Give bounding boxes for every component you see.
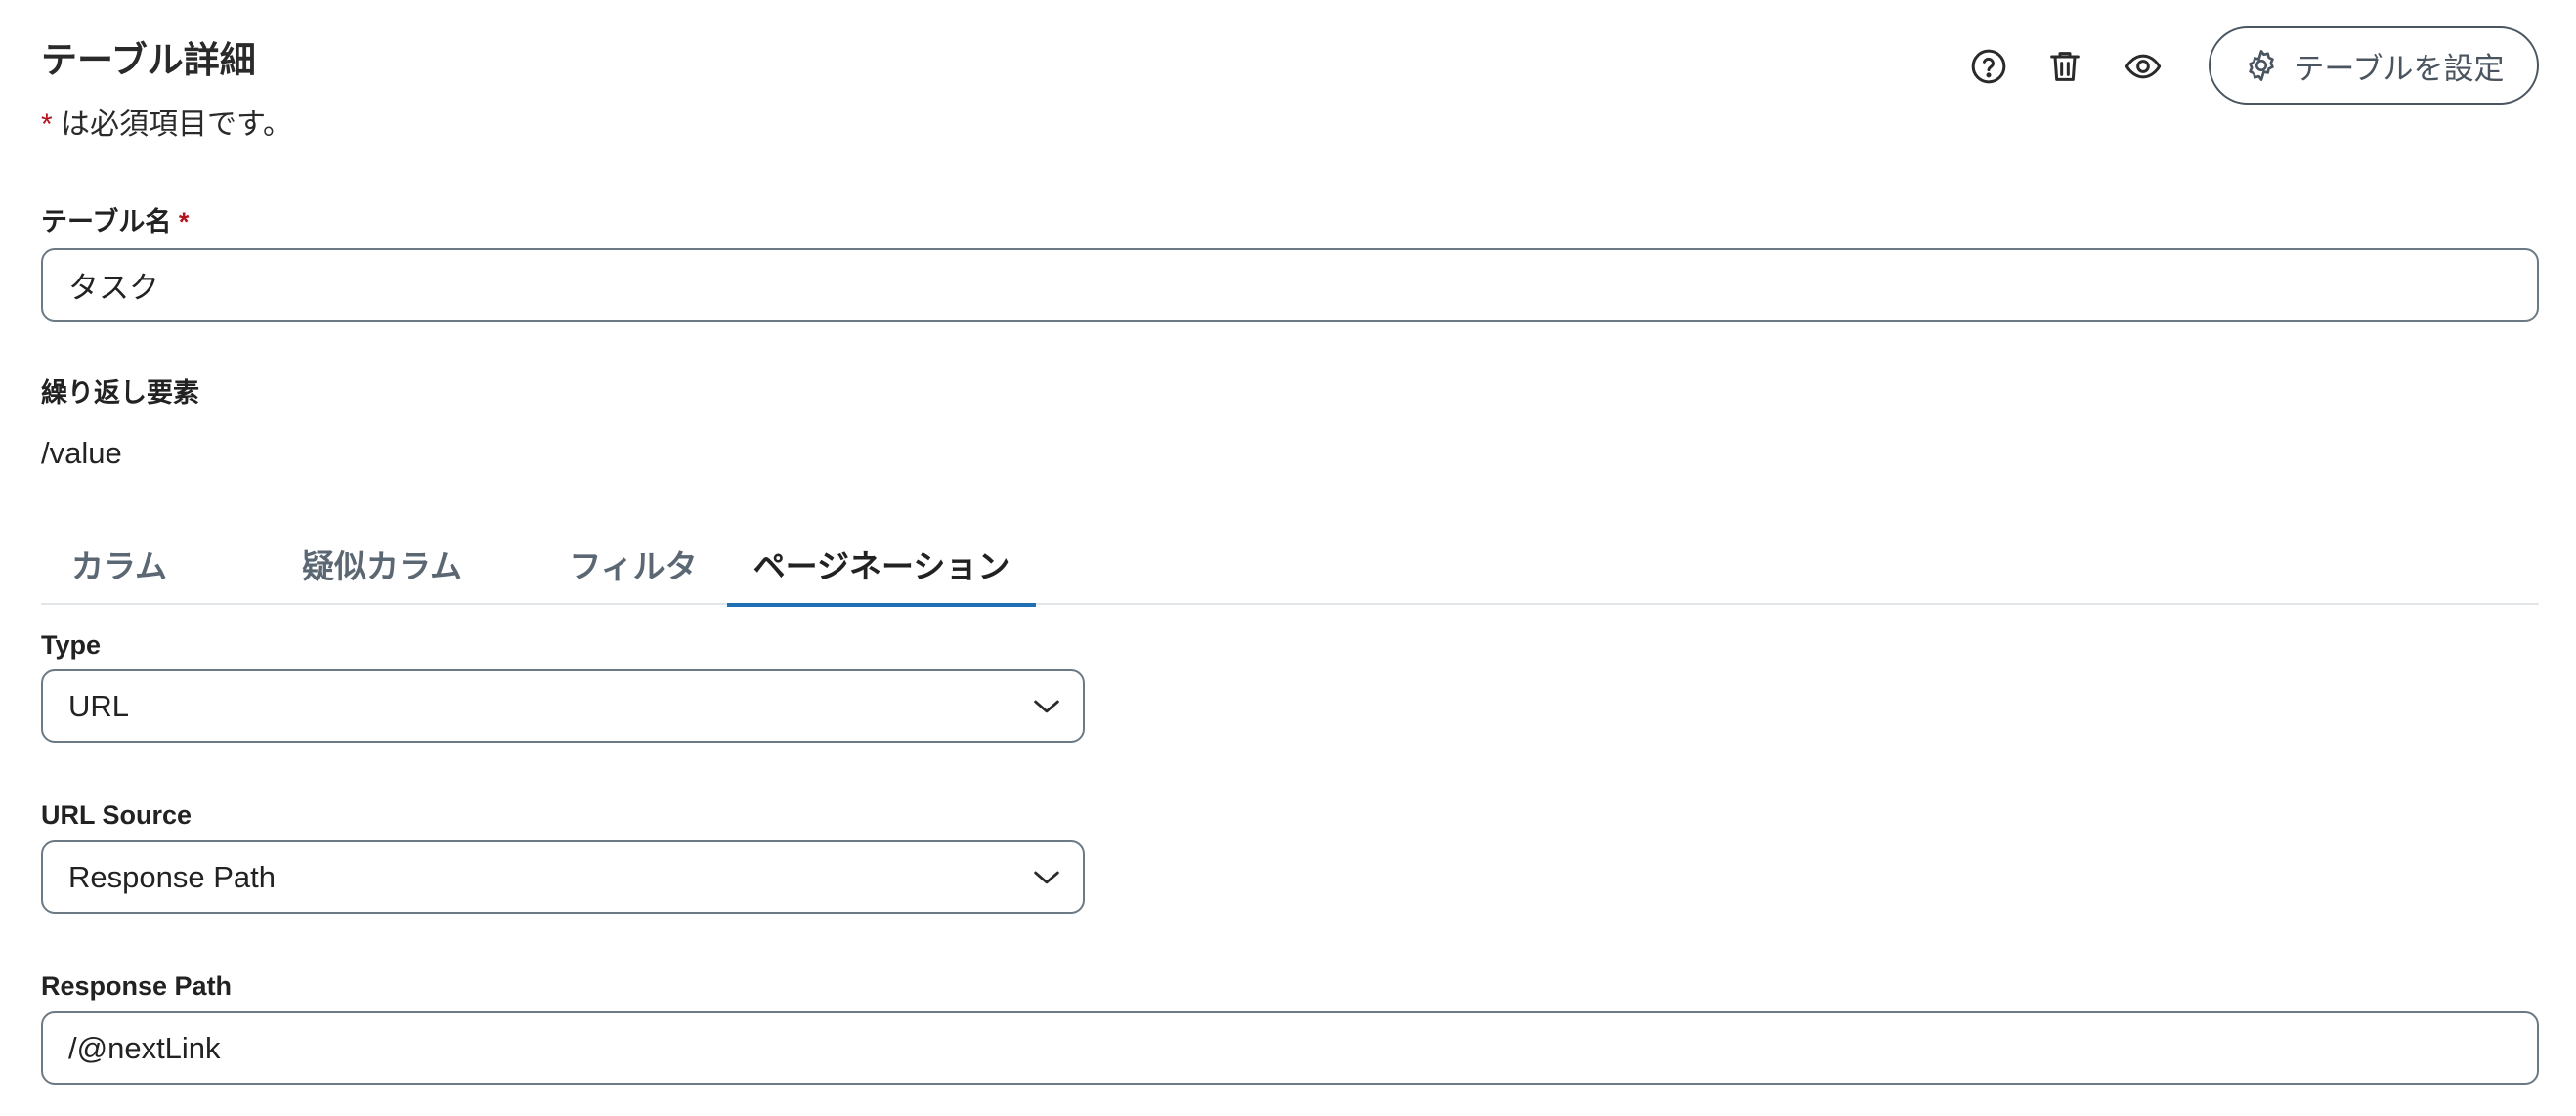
required-fields-note: * は必須項目です。 — [41, 106, 292, 145]
help-icon — [1971, 49, 2006, 84]
url-source-label: URL Source — [41, 800, 193, 830]
response-path-value: /@nextLink — [68, 1030, 221, 1065]
response-path-label: Response Path — [41, 971, 233, 1001]
help-button[interactable] — [1966, 44, 2011, 89]
table-details-panel: テーブル詳細 * は必須項目です。 テーブルを設定 テーブル名 * タスク 繰り… — [0, 0, 2576, 1116]
trash-icon — [2050, 52, 2080, 81]
type-selected-value: URL — [68, 688, 130, 723]
tab-filter[interactable]: フィルタ — [516, 523, 751, 605]
required-asterisk: * — [41, 108, 53, 141]
tab-bar: カラム 疑似カラム フィルタ ページネーション — [41, 523, 2539, 607]
eye-icon — [2125, 54, 2162, 79]
chevron-down-icon — [1034, 871, 1059, 883]
type-label: Type — [41, 630, 102, 660]
response-path-input[interactable]: /@nextLink — [41, 1011, 2539, 1085]
configure-table-button[interactable]: テーブルを設定 — [2209, 26, 2539, 105]
chevron-down-icon — [1034, 700, 1059, 712]
repeat-element-label: 繰り返し要素 — [41, 378, 199, 408]
delete-button[interactable] — [2042, 44, 2087, 89]
type-select[interactable]: URL — [41, 669, 1085, 743]
repeat-element-value: /value — [41, 436, 122, 470]
table-name-required-asterisk: * — [178, 207, 190, 236]
table-name-label-text: テーブル名 — [41, 207, 172, 236]
tab-pseudo-columns[interactable]: 疑似カラム — [258, 523, 506, 605]
table-name-input[interactable]: タスク — [41, 248, 2539, 322]
url-source-selected-value: Response Path — [68, 859, 276, 894]
preview-button[interactable] — [2121, 44, 2166, 89]
required-note-text: は必須項目です。 — [52, 108, 293, 141]
tab-columns[interactable]: カラム — [41, 523, 197, 605]
page-title: テーブル詳細 — [41, 40, 256, 80]
table-name-label: テーブル名 * — [41, 205, 189, 238]
url-source-select[interactable]: Response Path — [41, 840, 1085, 914]
gear-icon — [2249, 50, 2275, 81]
table-name-value: タスク — [68, 271, 159, 305]
tab-pagination[interactable]: ページネーション — [727, 523, 1036, 607]
configure-table-label: テーブルを設定 — [2294, 51, 2505, 86]
